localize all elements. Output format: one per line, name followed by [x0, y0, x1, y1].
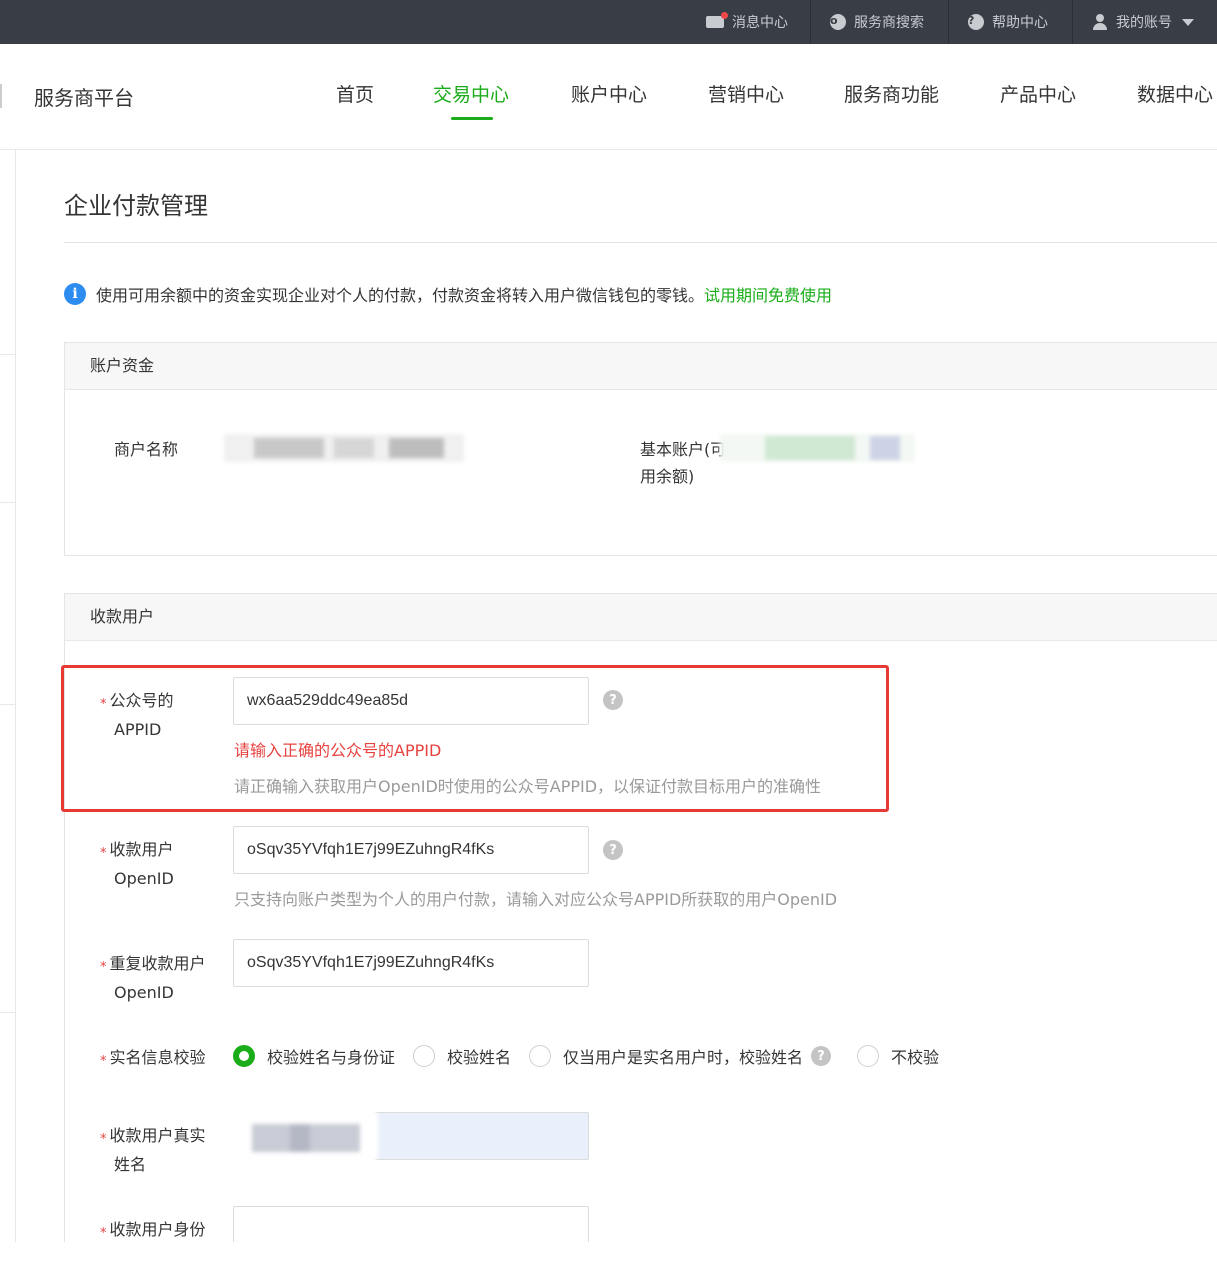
real-name-label: * 收款用户真实 姓名: [100, 1126, 206, 1174]
sidebar: [0, 150, 16, 1242]
nav-item-marketing-center[interactable]: 营销中心: [708, 80, 784, 107]
required-mark: *: [100, 1226, 107, 1241]
real-name-value-redacted: [218, 1106, 378, 1166]
radio-option-name-only[interactable]: 校验姓名: [413, 1044, 511, 1068]
radio-icon[interactable]: [529, 1045, 552, 1067]
radio-option-name-and-id[interactable]: 校验姓名与身份证: [233, 1044, 395, 1068]
mail-icon: [706, 12, 728, 28]
required-mark: *: [100, 846, 107, 861]
active-nav-indicator: [451, 117, 493, 120]
radio-option-real-name-user[interactable]: 仅当用户是实名用户时，校验姓名 ?: [529, 1044, 832, 1068]
info-notice: i 使用可用余额中的资金实现企业对个人的付款，付款资金将转入用户微信钱包的零钱。…: [64, 282, 832, 306]
merchant-name-value-redacted: [224, 434, 464, 462]
brand-divider: [0, 84, 2, 108]
sidebar-divider: [0, 1012, 16, 1013]
nav-item-provider-functions[interactable]: 服务商功能: [844, 80, 939, 107]
nav-item-account-center[interactable]: 账户中心: [571, 80, 647, 107]
nav-item-home[interactable]: 首页: [336, 80, 374, 107]
top-divider: [1072, 0, 1073, 44]
required-mark: *: [100, 960, 107, 975]
messages-link[interactable]: 消息中心: [706, 0, 788, 44]
required-mark: *: [100, 1132, 107, 1147]
help-center-label: 帮助中心: [992, 15, 1048, 31]
verify-label: * 实名信息校验: [100, 1048, 206, 1069]
balance-label-line2: 用余额): [640, 467, 695, 486]
merchant-name-label: 商户名称: [114, 440, 179, 459]
title-divider: [64, 242, 1217, 243]
info-icon: i: [64, 283, 86, 305]
notice-text: 使用可用余额中的资金实现企业对个人的付款，付款资金将转入用户微信钱包的零钱。: [96, 286, 705, 305]
openid-repeat-label: * 重复收款用户 OpenID: [100, 954, 206, 1002]
search-icon: o: [830, 14, 846, 30]
service-search-link[interactable]: o 服务商搜索: [830, 0, 924, 44]
id-card-label: * 收款用户身份: [100, 1220, 206, 1241]
radio-icon[interactable]: [857, 1045, 880, 1067]
radio-selected-icon[interactable]: [233, 1045, 255, 1067]
nav-item-product-center[interactable]: 产品中心: [1000, 80, 1076, 107]
messages-label: 消息中心: [732, 15, 788, 31]
service-search-label: 服务商搜索: [854, 15, 924, 31]
openid-tip: 只支持向账户类型为个人的用户付款，请输入对应公众号APPID所获取的用户Open…: [234, 890, 838, 909]
sidebar-divider: [0, 704, 16, 705]
error-highlight-box: [61, 665, 889, 812]
panel-header: 收款用户: [65, 594, 1217, 641]
radio-option-no-verify[interactable]: 不校验: [857, 1044, 939, 1068]
my-account-menu[interactable]: 我的账号: [1092, 0, 1194, 44]
page-bottom-margin: [0, 1242, 1217, 1277]
unread-dot: [721, 12, 728, 19]
panel-header: 账户资金: [65, 343, 1217, 390]
balance-label-line1: 基本账户(可: [640, 440, 725, 459]
platform-brand[interactable]: 服务商平台: [34, 82, 134, 111]
radio-icon[interactable]: [413, 1045, 436, 1067]
main-nav: 服务商平台 首页 交易中心 账户中心 营销中心 服务商功能 产品中心 数据中心: [0, 44, 1217, 150]
my-account-label: 我的账号: [1116, 15, 1172, 31]
free-trial-link[interactable]: 试用期间免费使用: [704, 282, 832, 306]
openid-label: * 收款用户 OpenID: [100, 840, 174, 888]
page-title: 企业付款管理: [64, 192, 208, 220]
top-divider: [810, 0, 811, 44]
required-mark: *: [100, 1054, 107, 1069]
chevron-down-icon: [1182, 18, 1194, 26]
help-center-link[interactable]: ? 帮助中心: [968, 0, 1048, 44]
top-divider: [948, 0, 949, 44]
user-icon: [1092, 14, 1108, 30]
balance-value-redacted: [720, 434, 915, 462]
help-question-icon[interactable]: ?: [603, 840, 623, 860]
verify-radio-group: 校验姓名与身份证 校验姓名 仅当用户是实名用户时，校验姓名 ? 不校验: [233, 1044, 957, 1068]
sidebar-divider: [0, 502, 16, 503]
help-question-icon[interactable]: ?: [811, 1046, 832, 1066]
nav-item-trade-center[interactable]: 交易中心: [433, 80, 509, 107]
openid-repeat-input[interactable]: oSqv35YVfqh1E7j99EZuhngR4fKs: [233, 939, 589, 987]
help-icon: ?: [968, 14, 984, 30]
nav-item-data-center[interactable]: 数据中心: [1137, 80, 1213, 107]
openid-input[interactable]: oSqv35YVfqh1E7j99EZuhngR4fKs: [233, 826, 589, 874]
sidebar-divider: [0, 354, 16, 355]
top-bar: 消息中心 o 服务商搜索 ? 帮助中心 我的账号: [0, 0, 1217, 44]
